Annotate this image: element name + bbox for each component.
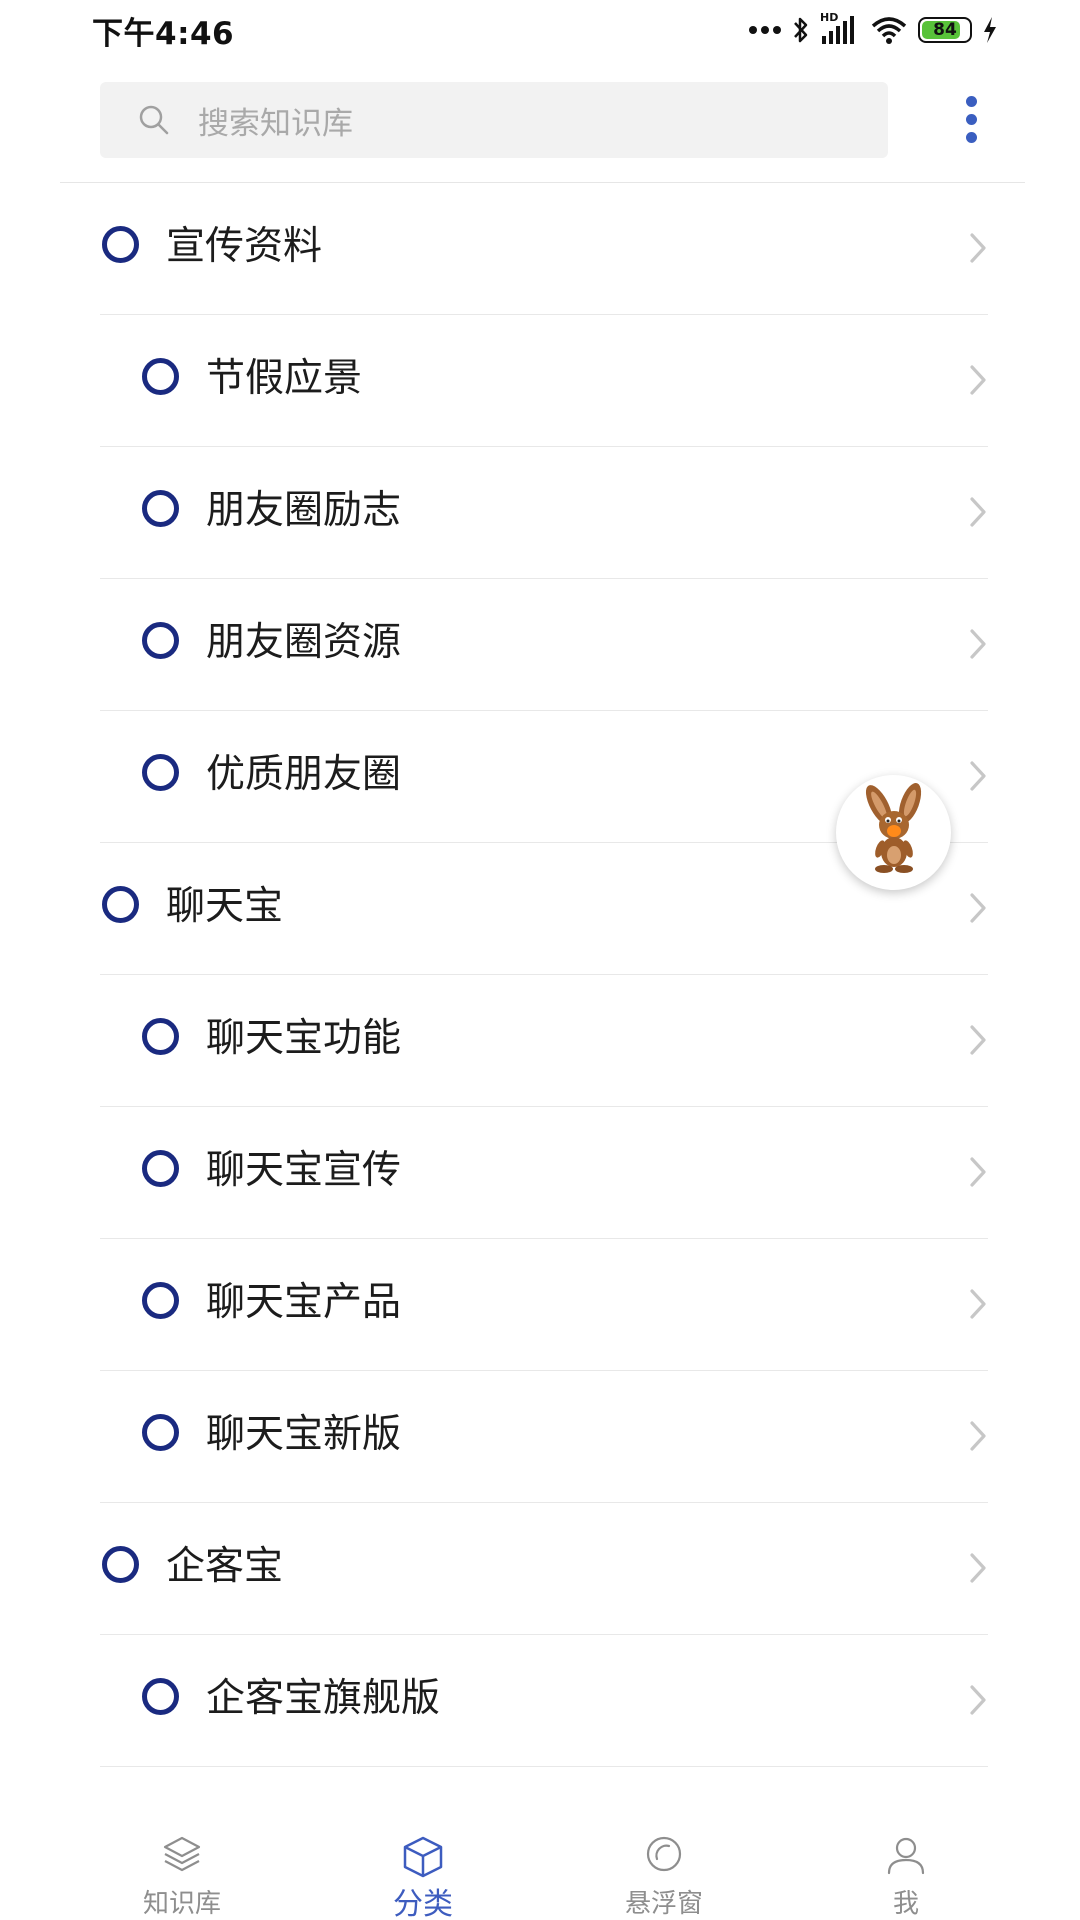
list-item[interactable]: 企客宝旗舰版 xyxy=(0,1635,1080,1767)
bottom-nav: 知识库 分类 悬浮窗 我 xyxy=(0,1805,1080,1920)
chevron-right-icon xyxy=(970,497,986,527)
chevron-right-icon xyxy=(970,761,986,791)
search-input[interactable]: 搜索知识库 xyxy=(100,82,888,158)
list-item[interactable]: 节假应景 xyxy=(0,315,1080,447)
chevron-right-icon xyxy=(970,365,986,395)
list-item[interactable]: 聊天宝功能 xyxy=(0,975,1080,1107)
list-item-label: 聊天宝新版 xyxy=(206,1412,402,1457)
battery-level-text: 84 xyxy=(933,20,957,40)
list-item[interactable]: 聊天宝新版 xyxy=(0,1371,1080,1503)
radio-circle-icon[interactable] xyxy=(142,1282,179,1319)
list-item[interactable] xyxy=(0,1767,1080,1805)
status-bar: 下午4:46 HD 84 xyxy=(0,0,1080,60)
list-item-label: 聊天宝功能 xyxy=(206,1016,402,1061)
more-dots-icon xyxy=(749,26,781,34)
list-item-label: 企客宝旗舰版 xyxy=(206,1676,441,1721)
list-item-label: 聊天宝宣传 xyxy=(206,1148,402,1193)
status-time: 下午4:46 xyxy=(92,15,235,52)
search-icon xyxy=(139,105,169,135)
floating-widget-button[interactable] xyxy=(836,775,951,890)
chevron-right-icon xyxy=(970,893,986,923)
radio-circle-icon[interactable] xyxy=(142,1018,179,1055)
chevron-right-icon xyxy=(970,629,986,659)
list-item-label: 优质朋友圈 xyxy=(206,752,402,797)
radio-circle-icon[interactable] xyxy=(102,1546,139,1583)
list-item-label: 朋友圈资源 xyxy=(206,620,402,665)
list-item[interactable]: 朋友圈资源 xyxy=(0,579,1080,711)
nav-label: 分类 xyxy=(393,1887,453,1920)
radio-circle-icon[interactable] xyxy=(142,754,179,791)
chevron-right-icon xyxy=(970,1289,986,1319)
battery-indicator: 84 xyxy=(918,17,972,43)
nav-label: 知识库 xyxy=(142,1889,221,1919)
rabbit-mascot-icon xyxy=(865,783,922,873)
search-placeholder: 搜索知识库 xyxy=(198,105,353,142)
wifi-icon xyxy=(871,17,907,44)
nav-label: 悬浮窗 xyxy=(624,1889,703,1919)
radio-circle-icon[interactable] xyxy=(142,1150,179,1187)
list-item-label: 企客宝 xyxy=(166,1544,284,1589)
cube-icon xyxy=(403,1836,443,1878)
layers-icon xyxy=(163,1836,201,1872)
list-item-label: 聊天宝产品 xyxy=(206,1280,402,1325)
category-list: 宣传资料节假应景朋友圈励志朋友圈资源优质朋友圈聊天宝聊天宝功能聊天宝宣传聊天宝产… xyxy=(0,183,1080,1805)
search-header: 搜索知识库 xyxy=(0,82,1080,158)
radio-circle-icon[interactable] xyxy=(142,490,179,527)
list-item-label: 宣传资料 xyxy=(166,224,323,269)
bluetooth-icon xyxy=(794,17,808,43)
radio-circle-icon[interactable] xyxy=(102,886,139,923)
radio-circle-icon[interactable] xyxy=(142,358,179,395)
list-item[interactable]: 聊天宝宣传 xyxy=(0,1107,1080,1239)
list-item-label: 聊天宝 xyxy=(166,884,284,929)
chevron-right-icon xyxy=(970,1157,986,1187)
cell-signal-icon: HD xyxy=(820,11,860,46)
float-ball-icon xyxy=(646,1836,682,1872)
list-item[interactable]: 朋友圈励志 xyxy=(0,447,1080,579)
user-icon xyxy=(887,1837,925,1875)
radio-circle-icon[interactable] xyxy=(142,1414,179,1451)
chevron-right-icon xyxy=(970,1685,986,1715)
radio-circle-icon[interactable] xyxy=(142,622,179,659)
chevron-right-icon xyxy=(970,233,986,263)
radio-circle-icon[interactable] xyxy=(102,226,139,263)
list-item[interactable]: 企客宝 xyxy=(0,1503,1080,1635)
charging-bolt-icon xyxy=(984,17,996,43)
nav-item-me[interactable]: 我 xyxy=(836,1805,976,1920)
list-item[interactable]: 宣传资料 xyxy=(0,183,1080,315)
list-item-label: 节假应景 xyxy=(206,356,363,401)
list-item-label: 朋友圈励志 xyxy=(206,488,402,533)
nav-item-float-window[interactable]: 悬浮窗 xyxy=(594,1805,734,1920)
more-vertical-icon[interactable] xyxy=(952,96,992,144)
nav-item-category[interactable]: 分类 xyxy=(353,1805,493,1920)
chevron-right-icon xyxy=(970,1553,986,1583)
list-item[interactable]: 聊天宝产品 xyxy=(0,1239,1080,1371)
radio-circle-icon[interactable] xyxy=(142,1678,179,1715)
nav-item-knowledge[interactable]: 知识库 xyxy=(112,1805,252,1920)
nav-label: 我 xyxy=(892,1889,919,1919)
chevron-right-icon xyxy=(970,1025,986,1055)
chevron-right-icon xyxy=(970,1421,986,1451)
status-icons: HD 84 xyxy=(748,11,998,46)
screen: 下午4:46 HD 84 搜索知识库 宣传资料 节假应景 朋友圈励志 朋友圈资源… xyxy=(0,0,1080,1920)
